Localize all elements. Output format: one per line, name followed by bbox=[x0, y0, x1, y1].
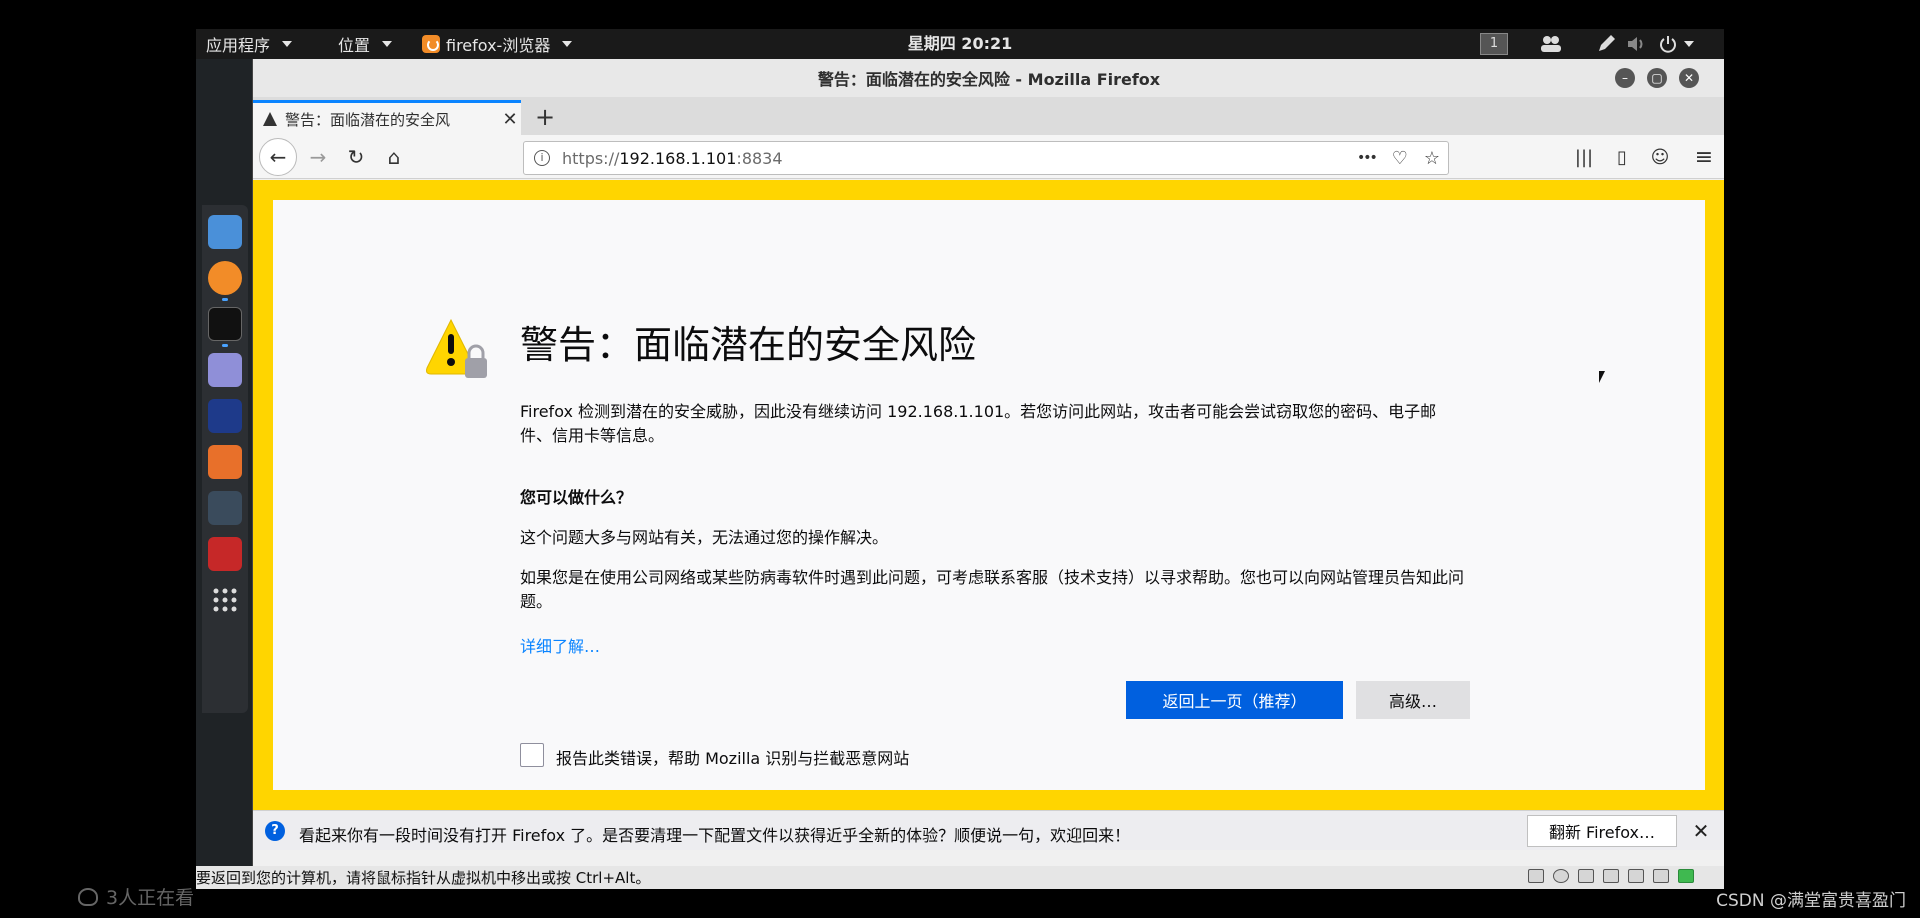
info-icon[interactable]: i bbox=[534, 150, 550, 166]
running-indicator bbox=[222, 344, 228, 347]
tab-close-icon[interactable]: ✕ bbox=[499, 109, 521, 130]
app-grid-icon[interactable] bbox=[208, 583, 242, 617]
workspace-indicator[interactable]: 1 bbox=[1480, 29, 1508, 59]
pen-icon[interactable] bbox=[1596, 29, 1616, 59]
forward-button[interactable]: → bbox=[301, 140, 335, 174]
question-icon: ? bbox=[265, 821, 285, 841]
power-icon bbox=[1660, 36, 1676, 53]
go-back-button[interactable]: 返回上一页（推荐） bbox=[1126, 681, 1343, 719]
metasploit-icon[interactable] bbox=[208, 399, 242, 433]
notification-text: 看起来你有一段时间没有打开 Firefox 了。是否要清理一下配置文件以获得近乎… bbox=[299, 826, 1131, 845]
advanced-button[interactable]: 高级… bbox=[1356, 681, 1470, 719]
vm-status-bar: 要返回到您的计算机，请将鼠标指针从虚拟机中移出或按 Ctrl+Alt。 bbox=[196, 866, 1724, 889]
power-menu[interactable] bbox=[1658, 29, 1694, 59]
files-icon[interactable] bbox=[208, 215, 242, 249]
url-bar[interactable]: i https://192.168.1.101:8834 ••• ♡ ☆ bbox=[523, 141, 1449, 175]
running-indicator bbox=[222, 298, 228, 301]
firefox-icon[interactable] bbox=[208, 261, 242, 295]
cd-drive-icon[interactable] bbox=[1553, 869, 1569, 883]
error-title: 警告：面临潜在的安全风险 bbox=[520, 323, 977, 367]
csdn-watermark: CSDN @满堂富贵喜盈门 bbox=[1716, 891, 1906, 911]
navigation-toolbar: ← → ↻ ⌂ i https://192.168.1.101:8834 •••… bbox=[253, 135, 1724, 179]
new-tab-button[interactable]: + bbox=[529, 103, 561, 131]
url-scheme: https:// bbox=[562, 148, 620, 168]
mouse-cursor-icon bbox=[1599, 371, 1605, 383]
warning-icon bbox=[263, 112, 277, 126]
sound-icon[interactable] bbox=[1628, 869, 1644, 883]
bookmark-star-icon[interactable]: ☆ bbox=[1424, 148, 1440, 169]
reload-button[interactable]: ↻ bbox=[339, 140, 373, 174]
terminal-icon[interactable] bbox=[208, 307, 242, 341]
network-icon[interactable] bbox=[1578, 869, 1594, 883]
refresh-firefox-button[interactable]: 翻新 Firefox… bbox=[1527, 815, 1677, 847]
account-icon[interactable]: ☺ bbox=[1645, 140, 1675, 174]
printer-icon[interactable] bbox=[1603, 869, 1619, 883]
explanation-paragraph-2: 如果您是在使用公司网络或某些防病毒软件时遇到此问题，可考虑联系客服（技术支持）以… bbox=[520, 568, 1465, 611]
learn-more-link[interactable]: 详细了解… bbox=[520, 633, 600, 657]
warning-page-frame: 警告：面临潜在的安全风险 Firefox 检测到潜在的安全威胁，因此没有继续访问… bbox=[253, 180, 1724, 810]
vm-release-hint: 要返回到您的计算机，请将鼠标指针从虚拟机中移出或按 Ctrl+Alt。 bbox=[196, 869, 651, 887]
people-icon[interactable] bbox=[1540, 29, 1562, 59]
what-can-you-do-heading: 您可以做什么？ bbox=[520, 488, 633, 507]
text-editor-icon[interactable] bbox=[208, 353, 242, 387]
viewer-count-label: 3人正在看 bbox=[106, 887, 195, 909]
vm-device-icons bbox=[1528, 869, 1694, 883]
hamburger-menu-icon[interactable]: ≡ bbox=[1689, 140, 1719, 174]
pocket-icon[interactable]: ♡ bbox=[1392, 148, 1408, 169]
screen: 应用程序 位置 firefox-浏览器 星期四 20:21 1 警告：面临潜在的… bbox=[0, 0, 1920, 918]
hard-disk-icon[interactable] bbox=[1528, 869, 1544, 883]
window-title: 警告：面临潜在的安全风险 - Mozilla Firefox bbox=[817, 70, 1161, 89]
burpsuite-icon[interactable] bbox=[208, 445, 242, 479]
window-titlebar[interactable]: 警告：面临潜在的安全风险 - Mozilla Firefox – ▢ ✕ bbox=[253, 59, 1724, 97]
message-icon[interactable] bbox=[1678, 869, 1694, 883]
viewers-icon bbox=[78, 887, 98, 906]
minimize-button[interactable]: – bbox=[1615, 68, 1635, 88]
gnome-top-bar: 应用程序 位置 firefox-浏览器 星期四 20:21 1 bbox=[196, 29, 1724, 59]
cherrytree-icon[interactable] bbox=[208, 537, 242, 571]
error-description: Firefox 检测到潜在的安全威胁，因此没有继续访问 192.168.1.10… bbox=[520, 402, 1437, 445]
notification-bar: ? 看起来你有一段时间没有打开 Firefox 了。是否要清理一下配置文件以获得… bbox=[253, 810, 1724, 850]
tab-security-warning[interactable]: 警告：面临潜在的安全风 ✕ bbox=[253, 100, 521, 135]
virtual-machine-display: 应用程序 位置 firefox-浏览器 星期四 20:21 1 警告：面临潜在的… bbox=[196, 29, 1724, 889]
page-actions-menu-icon[interactable]: ••• bbox=[1357, 150, 1378, 166]
volume-icon[interactable] bbox=[1626, 29, 1648, 59]
dock bbox=[202, 205, 248, 713]
warning-lock-icon bbox=[426, 318, 487, 378]
library-icon[interactable]: ||| bbox=[1569, 140, 1599, 174]
tab-label: 警告：面临潜在的安全风 bbox=[285, 110, 451, 129]
report-error-label: 报告此类错误，帮助 Mozilla 识别与拦截恶意网站 bbox=[556, 749, 910, 768]
sidebar-icon[interactable]: ▯ bbox=[1607, 140, 1637, 174]
url-host: 192.168.1.101 bbox=[619, 148, 737, 168]
workspace-badge: 1 bbox=[1480, 33, 1508, 55]
home-button[interactable]: ⌂ bbox=[377, 140, 411, 174]
page-actions: ••• ♡ ☆ bbox=[1357, 142, 1440, 174]
notification-close-icon[interactable]: ✕ bbox=[1689, 819, 1713, 843]
tab-strip: 警告：面临潜在的安全风 ✕ + bbox=[253, 97, 1724, 135]
viewer-count: 3人正在看 bbox=[78, 883, 194, 910]
eye-icon[interactable] bbox=[208, 491, 242, 525]
close-window-button[interactable]: ✕ bbox=[1679, 68, 1699, 88]
warning-page: 警告：面临潜在的安全风险 Firefox 检测到潜在的安全威胁，因此没有继续访问… bbox=[273, 200, 1705, 790]
explanation-paragraph-1: 这个问题大多与网站有关，无法通过您的操作解决。 bbox=[520, 528, 889, 547]
report-error-checkbox[interactable] bbox=[520, 743, 544, 767]
chevron-down-icon bbox=[1684, 41, 1694, 47]
maximize-button[interactable]: ▢ bbox=[1647, 68, 1667, 88]
firefox-window: 警告：面临潜在的安全风险 - Mozilla Firefox – ▢ ✕ 警告：… bbox=[252, 59, 1724, 889]
display-icon[interactable] bbox=[1653, 869, 1669, 883]
back-button[interactable]: ← bbox=[259, 138, 297, 176]
url-port: :8834 bbox=[736, 148, 783, 168]
